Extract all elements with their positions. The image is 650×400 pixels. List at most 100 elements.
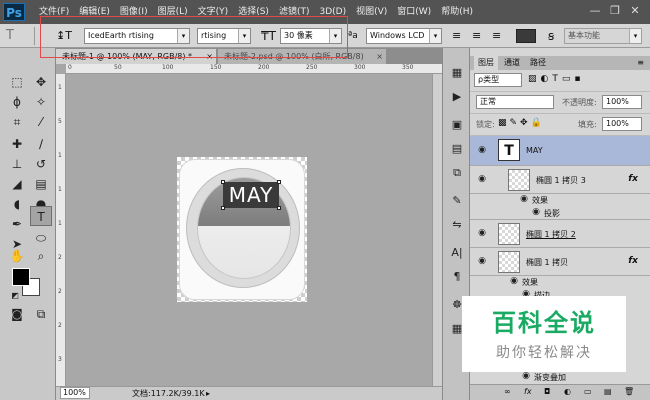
visibility-eye-icon[interactable]: ◉ <box>476 228 488 240</box>
warp-text-icon[interactable]: ꞩ <box>548 27 562 45</box>
fx-badge[interactable]: fx <box>628 174 638 184</box>
minimize-button[interactable]: — <box>588 4 602 18</box>
quick-mask-icon[interactable]: ◙ <box>6 304 28 324</box>
lock-icons[interactable]: ▩✎✥🔒 <box>498 118 545 128</box>
visibility-eye-icon[interactable]: ◉ <box>508 276 520 288</box>
visibility-eye-icon[interactable]: ◉ <box>520 371 532 383</box>
clone-stamp-icon[interactable]: ⊥ <box>6 154 28 174</box>
filter-kind-select[interactable]: ρ类型 <box>474 73 522 87</box>
align-left-icon[interactable]: ≡ <box>452 27 466 45</box>
menu-item[interactable]: 滤镜(T) <box>274 0 315 24</box>
trash-icon[interactable]: 🗑 <box>624 387 634 396</box>
vertical-scrollbar[interactable] <box>432 74 442 386</box>
fx-badge[interactable]: fx <box>628 256 638 266</box>
opacity-field[interactable]: 100% <box>602 95 642 109</box>
add-mask-icon[interactable]: ◘ <box>544 387 550 396</box>
menu-item[interactable]: 窗口(W) <box>392 0 436 24</box>
move-tool-icon[interactable]: ✥ <box>30 72 52 92</box>
paragraph-panel-icon[interactable]: ¶ <box>448 268 466 286</box>
history-brush-icon[interactable]: ↺ <box>30 154 52 174</box>
menu-item[interactable]: 选择(S) <box>233 0 274 24</box>
canvas-text-layer[interactable]: MAY <box>223 182 279 208</box>
effect-row[interactable]: ◉ 效果 <box>470 194 650 206</box>
antialias-select[interactable]: Windows LCD ▾ <box>366 28 442 44</box>
layer-comps-icon[interactable]: ▣ <box>448 116 466 134</box>
toggle-orientation-icon[interactable]: ↨T <box>56 27 72 45</box>
actions-play-icon[interactable]: ▶ <box>448 88 466 106</box>
tab-paths[interactable]: 路径 <box>526 56 550 70</box>
layer-row[interactable]: ◉ 椭圆 1 拷贝 3 fx <box>470 166 650 194</box>
menu-item[interactable]: 视图(V) <box>351 0 392 24</box>
layer-row-selected[interactable]: ◉ T MAY <box>470 136 650 166</box>
foreground-color-swatch[interactable] <box>12 268 30 286</box>
visibility-eye-icon[interactable]: ◉ <box>476 256 488 268</box>
text-color-swatch[interactable] <box>516 29 536 43</box>
text-bounding-handle[interactable] <box>221 180 225 184</box>
healing-brush-icon[interactable]: ✚ <box>6 134 28 154</box>
visibility-eye-icon[interactable]: ◉ <box>476 145 488 157</box>
eraser-tool-icon[interactable]: ◢ <box>6 174 28 194</box>
pen-tool-icon[interactable]: ✒ <box>6 214 28 234</box>
brush-tool-icon[interactable]: ∕ <box>30 134 52 154</box>
tab-channels[interactable]: 通道 <box>500 56 524 70</box>
gradient-tool-icon[interactable]: ▤ <box>30 174 52 194</box>
zoom-tool-icon[interactable]: ⌕ <box>30 246 52 266</box>
new-layer-icon[interactable]: ▤ <box>604 387 612 396</box>
fill-field[interactable]: 100% <box>602 117 642 131</box>
visibility-eye-icon[interactable]: ◉ <box>476 174 488 186</box>
hand-tool-icon[interactable]: ✋ <box>6 246 28 266</box>
eyedropper-icon[interactable]: ⁄ <box>30 112 52 132</box>
blur-tool-icon[interactable]: ◖ <box>6 194 28 214</box>
new-group-icon[interactable]: ▭ <box>584 387 592 396</box>
menu-item[interactable]: 文件(F) <box>34 0 74 24</box>
panel-menu-icon[interactable]: ≡ <box>637 56 644 70</box>
crop-tool-icon[interactable]: ⌗ <box>6 112 28 132</box>
add-style-icon[interactable]: fx <box>524 387 532 396</box>
menu-item[interactable]: 图层(L) <box>153 0 193 24</box>
notes-icon[interactable]: ▤ <box>448 140 466 158</box>
type-tool-icon[interactable]: T <box>30 206 52 226</box>
type-tool-icon[interactable]: T <box>6 27 22 45</box>
character-panel-icon[interactable]: A| <box>448 244 466 262</box>
effect-item-row[interactable]: ◉ 渐变叠加 <box>470 370 650 384</box>
close-icon[interactable]: × <box>376 49 383 64</box>
font-style-select[interactable]: rtising ▾ <box>197 28 251 44</box>
status-arrow-icon[interactable]: ▸ <box>206 387 210 400</box>
lasso-tool-icon[interactable]: ϕ <box>6 92 28 112</box>
menu-item[interactable]: 3D(D) <box>314 0 351 24</box>
effect-item-row[interactable]: ◉ 投影 <box>470 206 650 220</box>
clone-source-icon[interactable]: ⧉ <box>448 164 466 182</box>
ellipse-tool-icon[interactable]: ⬭ <box>30 228 52 248</box>
screen-mode-icon[interactable]: ⧉ <box>30 304 52 324</box>
adjustment-layer-icon[interactable]: ◐ <box>564 387 571 396</box>
font-family-select[interactable]: IcedEarth rtising ▾ <box>84 28 190 44</box>
zoom-field[interactable]: 100% <box>60 387 90 399</box>
menu-item[interactable]: 帮助(H) <box>436 0 478 24</box>
text-bounding-handle[interactable] <box>277 180 281 184</box>
font-size-select[interactable]: 30 像素 ▾ <box>280 28 342 44</box>
text-bounding-handle[interactable] <box>277 206 281 210</box>
layer-row[interactable]: ◉ 椭圆 1 拷贝 2 <box>470 220 650 248</box>
visibility-eye-icon[interactable]: ◉ <box>518 194 530 206</box>
magic-wand-icon[interactable]: ✧ <box>30 92 52 112</box>
menu-item[interactable]: 文字(Y) <box>193 0 234 24</box>
tool-presets-icon[interactable]: ⇋ <box>448 216 466 234</box>
workspace-select[interactable]: 基本功能 ▾ <box>564 28 642 44</box>
visibility-eye-icon[interactable]: ◉ <box>530 207 542 219</box>
restore-button[interactable]: ❐ <box>608 4 622 18</box>
tab-layers[interactable]: 图层 <box>474 56 498 70</box>
align-right-icon[interactable]: ≡ <box>492 27 506 45</box>
link-layers-icon[interactable]: ∞ <box>504 387 511 396</box>
tab-document-2[interactable]: 未标题-2.psd @ 100% (白所, RGB/8) × <box>218 49 386 64</box>
document-canvas[interactable]: MAY <box>177 157 307 302</box>
menu-item[interactable]: 图像(I) <box>115 0 153 24</box>
layer-row[interactable]: ◉ 椭圆 1 拷贝 fx <box>470 248 650 276</box>
blend-mode-select[interactable]: 正常 <box>476 95 554 109</box>
close-icon[interactable]: × <box>206 49 213 64</box>
tab-document-1[interactable]: 未标题-1 @ 100% (MAY, RGB/8) * × <box>56 49 216 64</box>
text-bounding-handle[interactable] <box>221 206 225 210</box>
filter-icons[interactable]: ▨◐T▭▪ <box>528 74 584 84</box>
menu-item[interactable]: 编辑(E) <box>74 0 115 24</box>
history-icon[interactable]: ▦ <box>448 64 466 82</box>
align-center-icon[interactable]: ≡ <box>472 27 486 45</box>
